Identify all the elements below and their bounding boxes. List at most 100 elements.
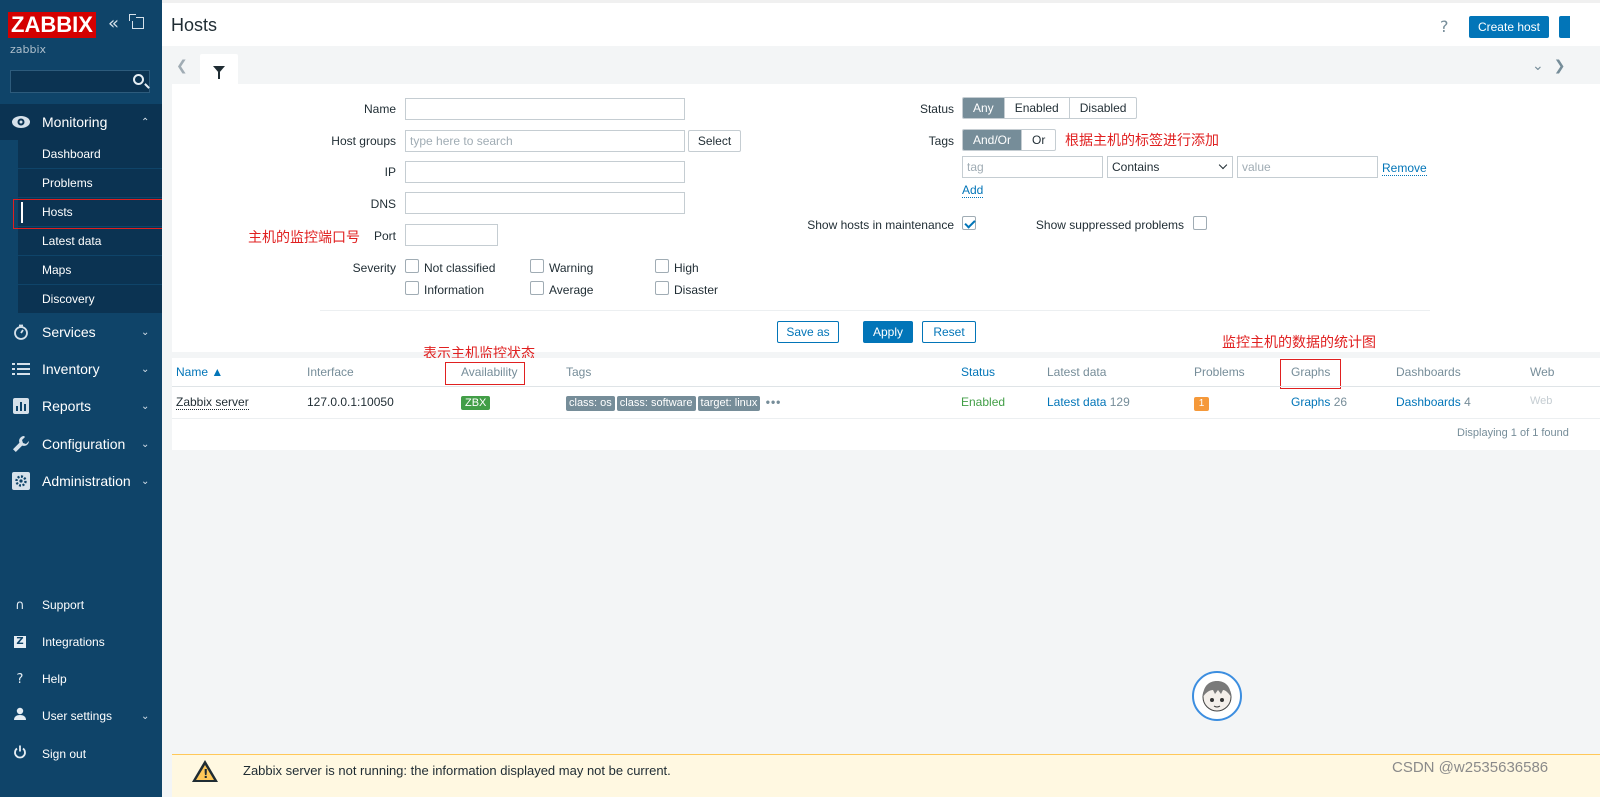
sidebar-support[interactable]: ∩ Support (0, 590, 162, 620)
hosts-table: Name ▲ Interface Availability Tags Statu… (172, 358, 1600, 450)
menu-label: Reports (42, 398, 92, 414)
server-name: zabbix (10, 43, 47, 56)
problem-count-badge[interactable]: 1 (1194, 397, 1209, 411)
menu-inventory[interactable]: Inventory ⌄ (0, 351, 162, 387)
stopwatch-icon (11, 322, 31, 342)
host-groups-label: Host groups (331, 134, 396, 148)
host-interface: 127.0.0.1:10050 (307, 395, 394, 409)
ip-input[interactable] (405, 161, 685, 183)
menu-services[interactable]: Services ⌄ (0, 314, 162, 350)
latest-data-count: 129 (1109, 395, 1130, 409)
reset-button[interactable]: Reset (922, 321, 976, 343)
column-header-status[interactable]: Status (961, 365, 995, 379)
tag-operator-select[interactable]: Contains (1107, 156, 1233, 178)
column-header-interface[interactable]: Interface (307, 365, 354, 379)
problems-cell: 1 (1194, 395, 1209, 411)
host-name-link[interactable]: Zabbix server (176, 395, 249, 410)
host-groups-select-button[interactable]: Select (688, 130, 741, 152)
bar-chart-icon (11, 396, 31, 416)
ip-label: IP (384, 165, 396, 179)
suppressed-checkbox[interactable] (1193, 216, 1207, 230)
severity-warning-checkbox[interactable] (530, 259, 544, 273)
column-header-web: Web (1530, 365, 1555, 379)
host-groups-input[interactable]: type here to search (405, 130, 685, 152)
power-icon (12, 745, 28, 763)
sidebar-item-dashboard[interactable]: Dashboard (18, 140, 162, 169)
zbx-availability-badge[interactable]: ZBX (461, 396, 491, 410)
sidebar-integrations[interactable]: Z Integrations (0, 627, 162, 657)
save-as-button[interactable]: Save as (777, 321, 839, 343)
column-header-name[interactable]: Name ▲ (176, 365, 223, 379)
tag-value-input[interactable]: value (1237, 156, 1378, 178)
severity-average-checkbox[interactable] (530, 281, 544, 295)
sidebar-user-settings[interactable]: User settings ⌄ (0, 701, 162, 731)
tag-name-input[interactable]: tag (962, 156, 1103, 178)
chevron-down-icon: ⌄ (141, 326, 150, 338)
maintenance-checkbox[interactable] (962, 216, 976, 230)
tag-remove-link[interactable]: Remove (1382, 161, 1427, 176)
filter-tab[interactable] (200, 54, 238, 84)
zabbix-z-icon: Z (14, 636, 26, 648)
tags-evaltype-segmented: And/Or Or (962, 129, 1057, 151)
tag-add-link[interactable]: Add (962, 183, 984, 198)
availability-highlight-box (445, 362, 525, 385)
zabbix-logo[interactable]: ZABBIX (8, 12, 96, 38)
chevron-up-icon: ⌃ (141, 116, 150, 128)
fullscreen-button[interactable] (1559, 16, 1570, 38)
host-status-toggle[interactable]: Enabled (961, 395, 1005, 409)
severity-information-checkbox[interactable] (405, 281, 419, 295)
tag-add-wrap: Add (962, 183, 984, 198)
tags-cell: class: os class: software target: linux ••… (566, 395, 781, 411)
sidebar-sign-out[interactable]: Sign out (0, 739, 162, 769)
menu-administration[interactable]: Administration ⌄ (0, 463, 162, 499)
chevron-down-icon[interactable]: ⌄ (1532, 58, 1554, 74)
menu-reports[interactable]: Reports ⌄ (0, 388, 162, 424)
sidebar-item-discovery[interactable]: Discovery (18, 285, 162, 314)
sidebar-item-problems[interactable]: Problems (18, 169, 162, 198)
tag-badge[interactable]: class: os (566, 396, 615, 411)
kiosk-mode-icon[interactable] (129, 14, 144, 29)
dns-input[interactable] (405, 192, 685, 214)
sidebar-search-input[interactable] (10, 70, 150, 93)
latest-data-link[interactable]: Latest data (1047, 395, 1106, 409)
tab-nav-arrows[interactable]: ⌄❯ (1532, 58, 1575, 74)
severity-average-label: Average (549, 283, 594, 297)
sidebar-item-latest-data[interactable]: Latest data (18, 227, 162, 256)
apply-button[interactable]: Apply (863, 321, 913, 343)
tag-badge[interactable]: target: linux (697, 396, 761, 411)
help-icon[interactable]: ? (1440, 17, 1449, 36)
warning-message-bar: ! Zabbix server is not running: the info… (172, 754, 1600, 797)
sidebar-help[interactable]: ? Help (0, 664, 162, 694)
port-input[interactable] (405, 224, 498, 246)
severity-label: Severity (352, 261, 396, 275)
tags-and-or-option[interactable]: And/Or (963, 130, 1023, 150)
csdn-watermark: CSDN @w2535636586 (1392, 759, 1549, 776)
chevron-left-icon[interactable]: ❮ (176, 58, 188, 74)
chevron-right-icon[interactable]: ❯ (1554, 58, 1576, 74)
warning-exclamation-icon: ! (203, 767, 209, 781)
collapse-sidebar-icon[interactable]: « (108, 14, 119, 34)
severity-disaster-checkbox[interactable] (655, 281, 669, 295)
severity-high-checkbox[interactable] (655, 259, 669, 273)
menu-monitoring[interactable]: Monitoring ⌃ (0, 104, 162, 140)
avatar (1192, 671, 1242, 721)
severity-not-classified-checkbox[interactable] (405, 259, 419, 273)
status-any-option[interactable]: Any (963, 98, 1005, 118)
dashboards-link[interactable]: Dashboards (1396, 395, 1461, 409)
menu-label: Administration (42, 473, 131, 489)
menu-label: Configuration (42, 436, 126, 452)
more-tags-icon[interactable]: ••• (766, 395, 782, 409)
port-annotation: 主机的监控端口号 (248, 230, 360, 246)
name-input[interactable] (405, 98, 685, 120)
graphs-link[interactable]: Graphs (1291, 395, 1330, 409)
sidebar-help-label: Help (42, 672, 67, 686)
status-enabled-option[interactable]: Enabled (1005, 98, 1070, 118)
create-host-button[interactable]: Create host (1469, 16, 1549, 38)
search-icon[interactable] (133, 74, 144, 85)
host-name[interactable]: Zabbix server (176, 395, 249, 410)
tags-or-option[interactable]: Or (1022, 130, 1055, 150)
tag-badge[interactable]: class: software (616, 396, 696, 411)
status-disabled-option[interactable]: Disabled (1070, 98, 1137, 118)
menu-configuration[interactable]: Configuration ⌄ (0, 426, 162, 462)
sidebar-item-maps[interactable]: Maps (18, 256, 162, 285)
